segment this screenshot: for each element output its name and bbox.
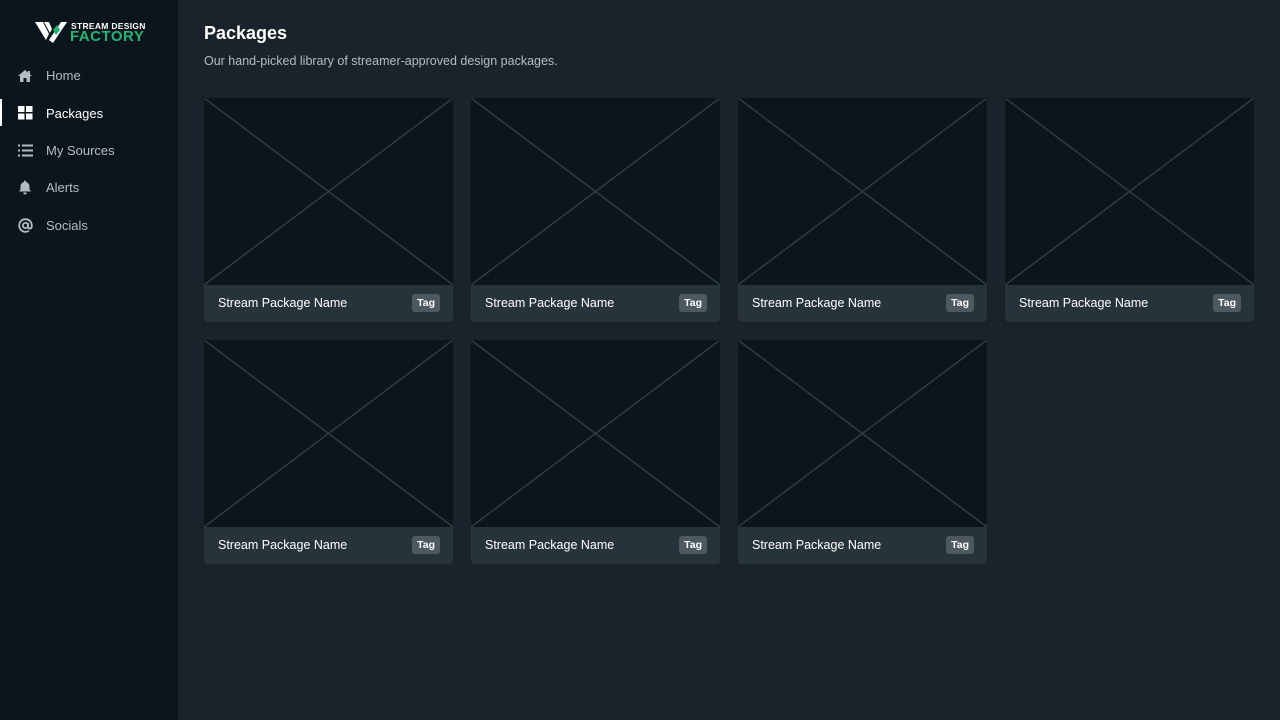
package-tag: Tag [946,536,974,554]
package-name: Stream Package Name [752,296,882,310]
package-name: Stream Package Name [485,538,615,552]
package-thumbnail-placeholder [471,98,720,285]
package-card[interactable]: Stream Package Name Tag [738,340,987,564]
image-placeholder-icon [471,340,720,527]
package-thumbnail-placeholder [204,98,453,285]
image-placeholder-icon [1005,98,1254,285]
sidebar-nav: Home Packages My Sources Alerts Socials [0,57,178,244]
list-icon [17,142,33,158]
sidebar-item-label: Packages [46,105,104,121]
package-name: Stream Package Name [218,538,348,552]
package-tag: Tag [679,294,707,312]
app-window: STREAM DESIGN FACTORY Home Packages My S… [0,0,1280,720]
home-icon [17,68,33,84]
package-tag: Tag [1213,294,1241,312]
package-card[interactable]: Stream Package Name Tag [204,340,453,564]
package-tag: Tag [946,294,974,312]
sidebar-item-alerts[interactable]: Alerts [0,169,178,206]
package-thumbnail-placeholder [1005,98,1254,285]
page-title: Packages [204,23,288,43]
image-placeholder-icon [738,340,987,527]
package-card-footer: Stream Package Name Tag [1005,285,1254,322]
image-placeholder-icon [204,340,453,527]
package-card-footer: Stream Package Name Tag [471,285,720,322]
image-placeholder-icon [204,98,453,285]
package-name: Stream Package Name [1019,296,1149,310]
package-card[interactable]: Stream Package Name Tag [738,98,987,322]
main-content: Packages Our hand-picked library of stre… [204,0,1264,720]
at-icon [17,217,33,233]
package-tag: Tag [412,536,440,554]
package-card-footer: Stream Package Name Tag [738,285,987,322]
sidebar-item-label: Alerts [46,180,80,196]
sidebar-item-label: My Sources [46,142,115,158]
package-card-footer: Stream Package Name Tag [471,527,720,564]
brand-name-bottom: FACTORY [70,28,145,45]
sidebar-item-my-sources[interactable]: My Sources [0,132,178,169]
package-card[interactable]: Stream Package Name Tag [471,340,720,564]
package-card[interactable]: Stream Package Name Tag [1005,98,1254,322]
package-tag: Tag [412,294,440,312]
sidebar-item-socials[interactable]: Socials [0,207,178,244]
image-placeholder-icon [471,98,720,285]
package-card-footer: Stream Package Name Tag [204,527,453,564]
sidebar-item-label: Home [46,68,81,84]
package-name: Stream Package Name [485,296,615,310]
package-name: Stream Package Name [218,296,348,310]
brand-logo[interactable]: STREAM DESIGN FACTORY [35,20,145,45]
package-tag: Tag [679,536,707,554]
package-thumbnail-placeholder [738,340,987,527]
package-thumbnail-placeholder [738,98,987,285]
package-thumbnail-placeholder [204,340,453,527]
logo-mark-icon [35,22,67,43]
grid-icon [17,105,33,121]
page-subtitle: Our hand-picked library of streamer-appr… [204,54,558,68]
package-card-footer: Stream Package Name Tag [204,285,453,322]
sidebar: STREAM DESIGN FACTORY Home Packages My S… [0,0,178,720]
package-card[interactable]: Stream Package Name Tag [204,98,453,322]
package-name: Stream Package Name [752,538,882,552]
package-card[interactable]: Stream Package Name Tag [471,98,720,322]
image-placeholder-icon [738,98,987,285]
sidebar-item-packages[interactable]: Packages [0,94,178,131]
package-card-footer: Stream Package Name Tag [738,527,987,564]
package-thumbnail-placeholder [471,340,720,527]
sidebar-item-label: Socials [46,217,88,233]
sidebar-item-home[interactable]: Home [0,57,178,94]
bell-icon [17,180,33,196]
